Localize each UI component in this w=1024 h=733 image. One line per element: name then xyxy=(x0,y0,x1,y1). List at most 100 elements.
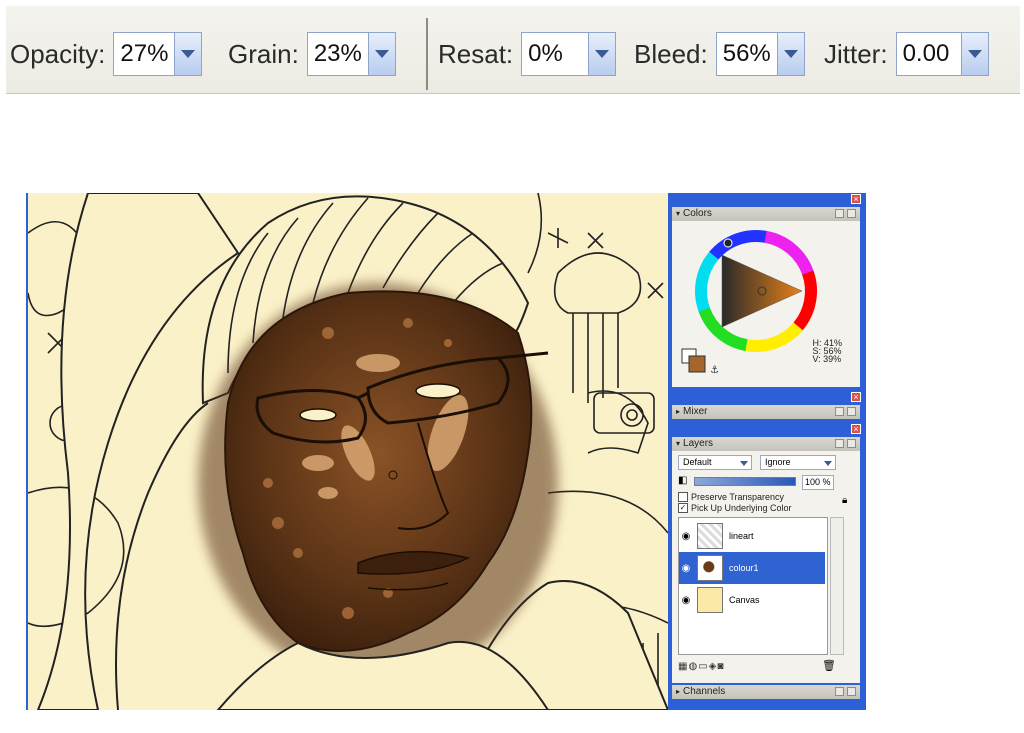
resat-control: Resat: 0% xyxy=(438,32,617,76)
new-mask-icon[interactable]: ◙ xyxy=(717,661,724,672)
layer-name: lineart xyxy=(729,531,754,541)
lock-icon[interactable]: 🔒︎ xyxy=(842,495,847,506)
opacity-value[interactable]: 27% xyxy=(114,33,174,75)
jitter-dropdown-button[interactable] xyxy=(960,33,988,75)
panel-menu-icon[interactable] xyxy=(847,439,856,448)
chevron-down-icon xyxy=(824,461,832,466)
opacity-dropdown-button[interactable] xyxy=(174,33,202,75)
layer-thumbnail xyxy=(697,587,723,613)
jitter-control: Jitter: 0.00 xyxy=(824,32,989,76)
collapse-arrow-icon[interactable]: ▾ xyxy=(676,439,680,448)
layer-opacity-field[interactable]: 100 % xyxy=(802,475,834,490)
new-group-icon[interactable]: ▭ xyxy=(698,661,708,672)
resat-field[interactable]: 0% xyxy=(521,32,617,76)
layer-opacity-icon: ◧ xyxy=(678,475,688,486)
colors-panel-title: Colors xyxy=(683,208,712,219)
mixer-panel-title: Mixer xyxy=(683,406,708,417)
chevron-down-icon xyxy=(181,50,196,58)
grain-field[interactable]: 23% xyxy=(306,32,396,76)
layer-thumbnail xyxy=(697,555,723,581)
layer-opacity-slider[interactable] xyxy=(694,477,796,486)
eye-icon[interactable]: ◉ xyxy=(679,595,693,606)
hsv-readout: H: 41% S: 56% V: 39% xyxy=(812,339,842,364)
hue-marker[interactable] xyxy=(723,238,733,248)
resat-value[interactable]: 0% xyxy=(522,33,588,75)
grain-dropdown-button[interactable] xyxy=(367,33,395,75)
chevron-down-icon xyxy=(374,50,389,58)
pick-up-underlying-option[interactable]: ✓ Pick Up Underlying Color xyxy=(678,503,792,513)
colors-panel: ▾ Colors ⚓ H: 41% S: 56% V: 39% xyxy=(672,207,860,387)
panel-options-icon[interactable] xyxy=(835,687,844,696)
panel-menu-icon[interactable] xyxy=(847,687,856,696)
jitter-value[interactable]: 0.00 xyxy=(897,33,961,75)
bleed-control: Bleed: 56% xyxy=(634,32,805,76)
dynamic-plugins-icon[interactable]: ◍ xyxy=(688,661,698,672)
composite-method-value: Default xyxy=(683,457,712,467)
panel-options-icon[interactable] xyxy=(835,439,844,448)
channels-panel-header[interactable]: ▸ Channels xyxy=(672,685,860,699)
close-icon[interactable]: × xyxy=(851,392,861,402)
layers-panel: ▾ Layers Default Ignore ◧ 100 % Preserve … xyxy=(672,437,860,683)
layer-item-colour1[interactable]: ◉ colour1 xyxy=(679,552,825,584)
palettes-dock: × ▾ Colors ⚓ H: 41% S: 56% V: 39% × ▸ Mi… xyxy=(668,193,866,710)
grain-label: Grain: xyxy=(228,38,299,69)
layer-item-lineart[interactable]: ◉ lineart xyxy=(679,520,825,552)
pick-up-underlying-label: Pick Up Underlying Color xyxy=(691,503,792,513)
artwork-illustration xyxy=(28,193,668,710)
bleed-dropdown-button[interactable] xyxy=(776,33,804,75)
layer-name: Canvas xyxy=(729,595,760,605)
colors-panel-header[interactable]: ▾ Colors xyxy=(672,207,860,221)
opacity-field[interactable]: 27% xyxy=(113,32,203,76)
layer-item-canvas[interactable]: ◉ Canvas xyxy=(679,584,825,616)
jitter-field[interactable]: 0.00 xyxy=(895,32,989,76)
layer-name: colour1 xyxy=(729,563,759,573)
stamp-icon: ⚓ xyxy=(710,365,719,376)
panel-options-icon[interactable] xyxy=(835,209,844,218)
channels-panel-title: Channels xyxy=(683,686,726,697)
layer-opacity-value: 100 xyxy=(805,477,821,487)
composite-depth-value: Ignore xyxy=(765,457,791,467)
bleed-label: Bleed: xyxy=(634,38,708,69)
layer-commands-toolbar: ▦◍▭◈◙ xyxy=(678,661,724,672)
trash-icon[interactable]: 🗑︎ xyxy=(822,659,836,672)
composite-depth-select[interactable]: Ignore xyxy=(760,455,836,470)
layer-thumbnail xyxy=(697,523,723,549)
panel-menu-icon[interactable] xyxy=(847,209,856,218)
preserve-transparency-checkbox[interactable] xyxy=(678,492,688,502)
toolbar-separator xyxy=(426,18,428,90)
preserve-transparency-label: Preserve Transparency xyxy=(691,492,785,502)
eye-icon[interactable]: ◉ xyxy=(679,563,693,574)
layer-commands-icon[interactable]: ▦ xyxy=(678,661,688,672)
expand-arrow-icon[interactable]: ▸ xyxy=(676,687,680,696)
drawing-canvas[interactable] xyxy=(26,193,668,710)
chevron-down-icon xyxy=(595,50,610,58)
layers-panel-title: Layers xyxy=(683,438,714,449)
value-value: V: 39% xyxy=(812,354,842,364)
close-icon[interactable]: × xyxy=(851,194,861,204)
close-icon[interactable]: × xyxy=(851,424,861,434)
collapse-arrow-icon[interactable]: ▾ xyxy=(676,209,680,218)
chevron-down-icon xyxy=(967,50,982,58)
layers-panel-header[interactable]: ▾ Layers xyxy=(672,437,860,451)
panel-options-icon[interactable] xyxy=(835,407,844,416)
mixer-panel: ▸ Mixer xyxy=(672,405,860,419)
chevron-down-icon xyxy=(740,461,748,466)
bleed-field[interactable]: 56% xyxy=(715,32,805,76)
layers-scrollbar[interactable] xyxy=(830,517,844,655)
composite-method-select[interactable]: Default xyxy=(678,455,752,470)
bleed-value[interactable]: 56% xyxy=(717,33,777,75)
expand-arrow-icon[interactable]: ▸ xyxy=(676,407,680,416)
layer-opacity-unit: % xyxy=(822,477,831,487)
main-color-swatch[interactable] xyxy=(688,355,706,373)
panel-menu-icon[interactable] xyxy=(847,407,856,416)
grain-value[interactable]: 23% xyxy=(308,33,368,75)
preserve-transparency-option[interactable]: Preserve Transparency xyxy=(678,492,784,502)
resat-dropdown-button[interactable] xyxy=(588,33,616,75)
channels-panel: ▸ Channels xyxy=(672,685,860,699)
opacity-control: Opacity: 27% xyxy=(10,32,203,76)
eye-icon[interactable]: ◉ xyxy=(679,531,693,542)
pick-up-underlying-checkbox[interactable]: ✓ xyxy=(678,503,688,513)
grain-control: Grain: 23% xyxy=(228,32,396,76)
opacity-label: Opacity: xyxy=(10,38,106,69)
mixer-panel-header[interactable]: ▸ Mixer xyxy=(672,405,860,419)
